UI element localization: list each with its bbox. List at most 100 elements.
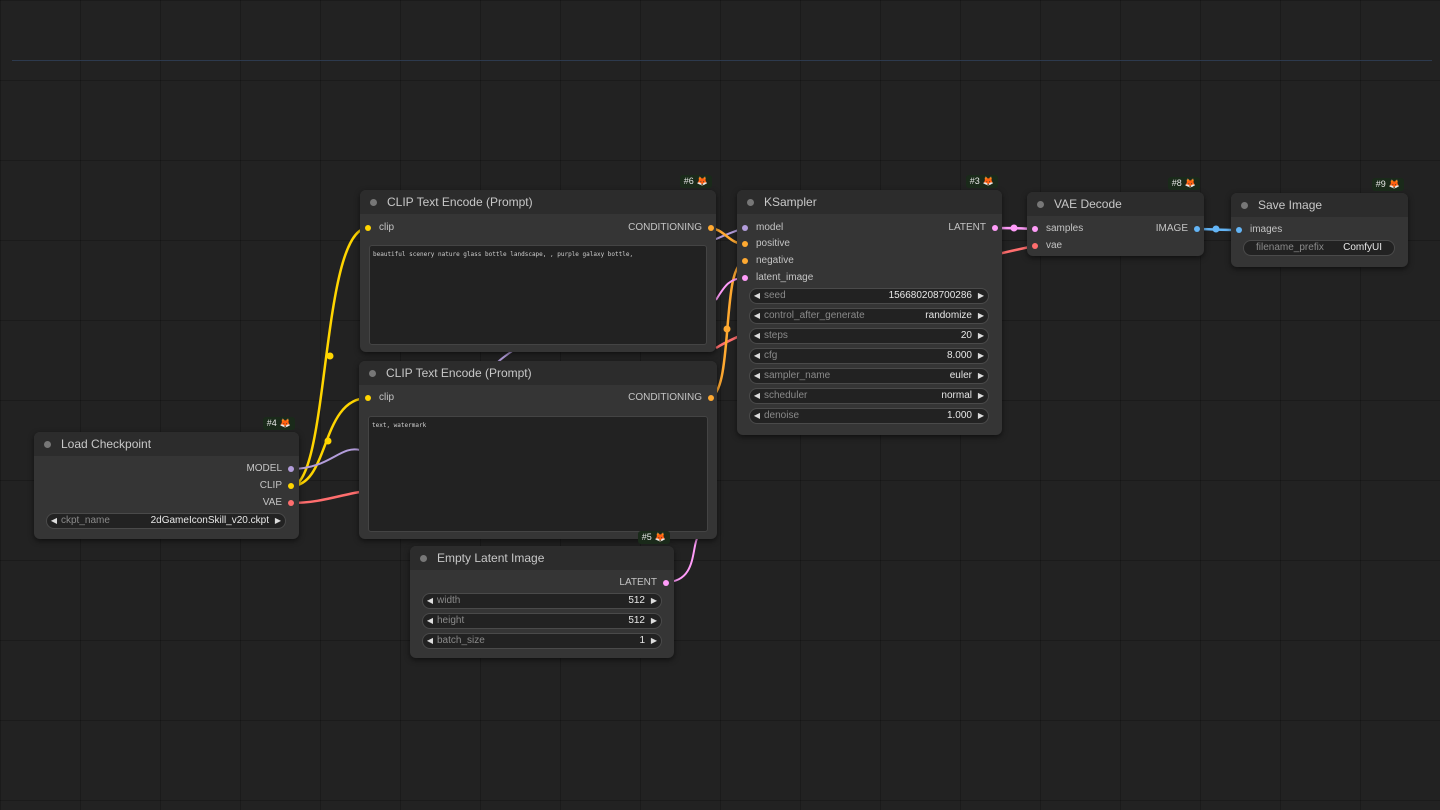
widget-width[interactable]: ◀ width 512 ▶ [422, 593, 662, 609]
widget-ckpt-name[interactable]: ◀ ckpt_name 2dGameIconSkill_v20.ckpt ▶ [46, 513, 286, 529]
decrement-arrow-icon[interactable]: ◀ [423, 594, 437, 608]
connection-wires [290, 224, 1239, 583]
input-slot-clip[interactable]: clip [365, 221, 394, 235]
decrement-arrow-icon[interactable]: ◀ [750, 329, 764, 343]
output-slot-image[interactable]: IMAGE [1156, 222, 1200, 236]
node-title: CLIP Text Encode (Prompt) [386, 366, 532, 380]
decrement-arrow-icon[interactable]: ◀ [750, 289, 764, 303]
increment-arrow-icon[interactable]: ▶ [271, 514, 285, 528]
decrement-arrow-icon[interactable]: ◀ [750, 309, 764, 323]
wire-reroute-dot [1212, 225, 1220, 233]
widget-sampler-name[interactable]: ◀ sampler_name euler ▶ [749, 368, 989, 384]
collapse-dot-icon[interactable] [1241, 201, 1248, 209]
wire-reroute-dot [1010, 224, 1018, 232]
wire-vae-to-decode [290, 490, 361, 505]
widget-denoise[interactable]: ◀ denoise 1.000 ▶ [749, 408, 989, 424]
collapse-dot-icon[interactable] [1037, 200, 1044, 208]
decrement-arrow-icon[interactable]: ◀ [750, 409, 764, 423]
decrement-arrow-icon[interactable]: ◀ [423, 634, 437, 648]
node-id-badge: #9 🦊 [1371, 178, 1404, 191]
widget-control-after-generate[interactable]: ◀ control_after_generate randomize ▶ [749, 308, 989, 324]
node-header[interactable]: Save Image [1231, 193, 1408, 217]
decrement-arrow-icon[interactable]: ◀ [750, 369, 764, 383]
node-id-badge: #6 🦊 [679, 175, 712, 188]
node-header[interactable]: Empty Latent Image [410, 546, 674, 570]
input-slot-negative[interactable]: negative [742, 254, 794, 268]
input-slot-samples[interactable]: samples [1032, 222, 1083, 236]
node-header[interactable]: KSampler [737, 190, 1002, 214]
node-id-badge: #8 🦊 [1167, 177, 1200, 190]
output-slot-conditioning[interactable]: CONDITIONING [628, 221, 714, 235]
widget-scheduler[interactable]: ◀ scheduler normal ▶ [749, 388, 989, 404]
increment-arrow-icon[interactable]: ▶ [647, 614, 661, 628]
fox-icon: 🦊 [654, 532, 666, 542]
output-slot-latent[interactable]: LATENT [619, 576, 669, 590]
node-load-checkpoint[interactable]: #4 🦊 Load Checkpoint MODEL CLIP VAE ◀ ckpt… [34, 417, 299, 539]
input-slot-vae[interactable]: vae [1032, 239, 1062, 253]
wire-reroute-dot [324, 437, 332, 445]
output-slot-vae[interactable]: VAE [263, 496, 294, 510]
group-boundary-line [12, 60, 1432, 61]
input-slot-positive[interactable]: positive [742, 237, 790, 251]
wire-model-to-ksampler [290, 448, 361, 470]
widget-filename-prefix[interactable]: filename_prefix ComfyUI [1243, 240, 1395, 256]
decrement-arrow-icon[interactable]: ◀ [750, 389, 764, 403]
fox-icon: 🦊 [1388, 179, 1400, 189]
node-clip-text-encode-negative[interactable]: CLIP Text Encode (Prompt) clip CONDITION… [359, 361, 717, 539]
collapse-dot-icon[interactable] [747, 198, 754, 206]
node-title: Load Checkpoint [61, 437, 152, 451]
node-save-image[interactable]: #9 🦊 Save Image images filename_prefix Com… [1231, 178, 1408, 267]
wire-reroute-dot [326, 352, 334, 360]
widget-batch-size[interactable]: ◀ batch_size 1 ▶ [422, 633, 662, 649]
increment-arrow-icon[interactable]: ▶ [974, 409, 988, 423]
node-ksampler[interactable]: #3 🦊 KSampler model positive negative lat… [737, 175, 1002, 435]
increment-arrow-icon[interactable]: ▶ [647, 594, 661, 608]
node-vae-decode[interactable]: #8 🦊 VAE Decode samples vae IMAGE [1027, 177, 1204, 256]
output-slot-latent[interactable]: LATENT [948, 221, 998, 235]
prompt-textarea[interactable]: text, watermark [368, 416, 708, 532]
widget-seed[interactable]: ◀ seed 156680208700286 ▶ [749, 288, 989, 304]
node-title: CLIP Text Encode (Prompt) [387, 195, 533, 209]
increment-arrow-icon[interactable]: ▶ [974, 369, 988, 383]
decrement-arrow-icon[interactable]: ◀ [423, 614, 437, 628]
increment-arrow-icon[interactable]: ▶ [974, 349, 988, 363]
output-slot-conditioning[interactable]: CONDITIONING [628, 391, 714, 405]
node-header[interactable]: VAE Decode [1027, 192, 1204, 216]
node-clip-text-encode-positive[interactable]: #6 🦊 CLIP Text Encode (Prompt) clip CONDI… [360, 175, 716, 352]
node-empty-latent-image[interactable]: #5 🦊 Empty Latent Image LATENT ◀ width 512 ▶… [410, 531, 674, 658]
wire-clip-to-positive [290, 226, 369, 488]
fox-icon: 🦊 [1184, 178, 1196, 188]
wire-clip-to-negative [290, 396, 369, 488]
increment-arrow-icon[interactable]: ▶ [974, 329, 988, 343]
output-slot-clip[interactable]: CLIP [260, 479, 294, 493]
prompt-textarea[interactable]: beautiful scenery nature glass bottle la… [369, 245, 707, 345]
input-slot-model[interactable]: model [742, 221, 783, 235]
collapse-dot-icon[interactable] [369, 369, 376, 377]
widget-cfg[interactable]: ◀ cfg 8.000 ▶ [749, 348, 989, 364]
node-graph-canvas[interactable]: #6 🦊 CLIP Text Encode (Prompt) clip CONDI… [0, 0, 1440, 810]
node-id-badge: #5 🦊 [637, 531, 670, 544]
node-header[interactable]: CLIP Text Encode (Prompt) [360, 190, 716, 214]
node-header[interactable]: CLIP Text Encode (Prompt) [359, 361, 717, 385]
increment-arrow-icon[interactable]: ▶ [974, 389, 988, 403]
input-slot-latent-image[interactable]: latent_image [742, 271, 813, 285]
wire-reroute-dot [723, 325, 731, 333]
decrement-arrow-icon[interactable]: ◀ [750, 349, 764, 363]
node-header[interactable]: Load Checkpoint [34, 432, 299, 456]
collapse-dot-icon[interactable] [44, 440, 51, 448]
input-slot-clip[interactable]: clip [365, 391, 394, 405]
node-title: Empty Latent Image [437, 551, 545, 565]
collapse-dot-icon[interactable] [420, 554, 427, 562]
increment-arrow-icon[interactable]: ▶ [974, 289, 988, 303]
widget-height[interactable]: ◀ height 512 ▶ [422, 613, 662, 629]
input-slot-images[interactable]: images [1236, 223, 1282, 237]
decrement-arrow-icon[interactable]: ◀ [47, 514, 61, 528]
node-title: VAE Decode [1054, 197, 1122, 211]
widget-steps[interactable]: ◀ steps 20 ▶ [749, 328, 989, 344]
increment-arrow-icon[interactable]: ▶ [974, 309, 988, 323]
collapse-dot-icon[interactable] [370, 198, 377, 206]
fox-icon: 🦊 [982, 176, 994, 186]
fox-icon: 🦊 [279, 418, 291, 428]
increment-arrow-icon[interactable]: ▶ [647, 634, 661, 648]
output-slot-model[interactable]: MODEL [246, 462, 294, 476]
